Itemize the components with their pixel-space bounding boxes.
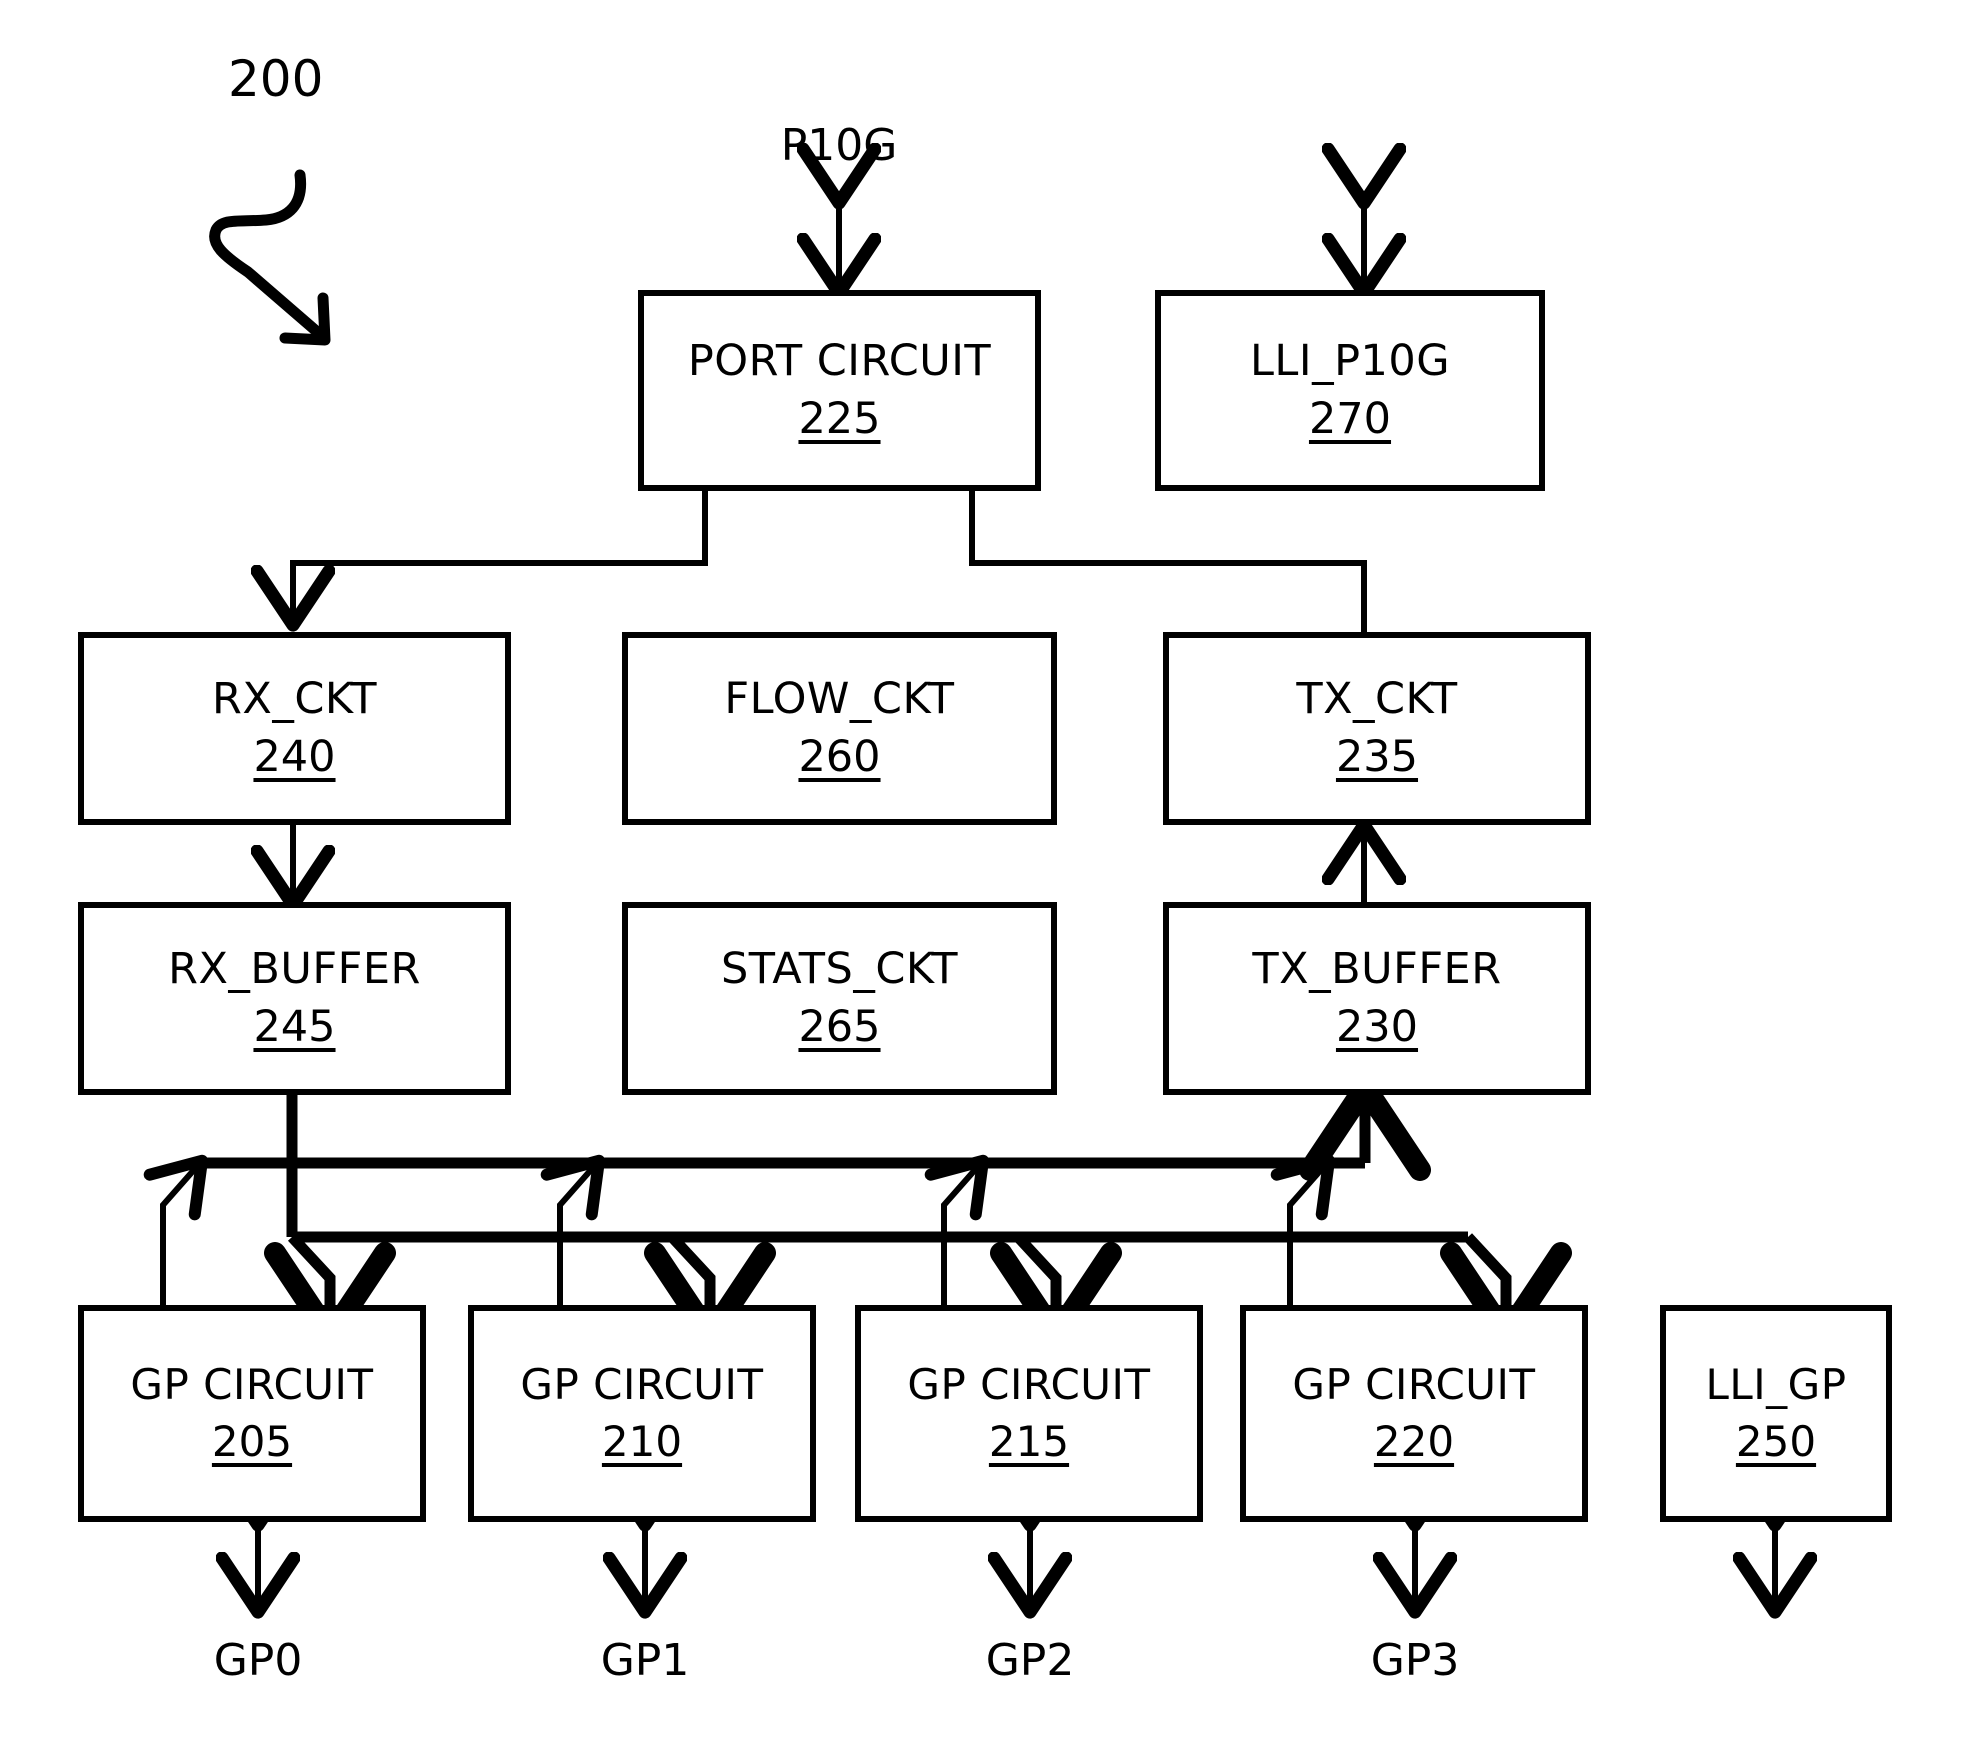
signal-label-gp2: GP2 bbox=[985, 1635, 1075, 1686]
block-title: FLOW_CKT bbox=[724, 674, 955, 725]
signal-label-gp1: GP1 bbox=[600, 1635, 690, 1686]
block-number: 270 bbox=[1308, 393, 1392, 444]
block-lli-p10g[interactable]: LLI_P10G 270 bbox=[1155, 290, 1545, 491]
block-rx-ckt[interactable]: RX_CKT 240 bbox=[78, 632, 511, 825]
block-stats-ckt[interactable]: STATS_CKT 265 bbox=[622, 902, 1057, 1095]
block-number: 265 bbox=[798, 1001, 881, 1052]
block-number: 250 bbox=[1735, 1416, 1817, 1466]
block-number: 220 bbox=[1373, 1416, 1455, 1466]
block-gp-circuit-210[interactable]: GP CIRCUIT 210 bbox=[468, 1305, 816, 1522]
block-title: TX_BUFFER bbox=[1252, 944, 1502, 995]
patent-figure-diagram: 200 P10G GP0 GP1 GP2 GP3 PORT CIRCUIT 22… bbox=[0, 0, 1975, 1739]
figure-leader-squiggle bbox=[209, 169, 331, 346]
block-gp-circuit-220[interactable]: GP CIRCUIT 220 bbox=[1240, 1305, 1588, 1522]
wire-port-circuit-to-tx-ckt bbox=[969, 491, 1367, 632]
block-title: GP CIRCUIT bbox=[1292, 1360, 1536, 1410]
figure-reference-number: 200 bbox=[228, 50, 324, 108]
block-number: 210 bbox=[601, 1416, 683, 1466]
block-title: PORT CIRCUIT bbox=[687, 336, 992, 387]
block-title: RX_CKT bbox=[212, 674, 377, 725]
block-title: TX_CKT bbox=[1296, 674, 1458, 725]
block-tx-buffer[interactable]: TX_BUFFER 230 bbox=[1163, 902, 1591, 1095]
block-number: 225 bbox=[798, 393, 881, 444]
bus-tx-aggregation bbox=[143, 1076, 1431, 1330]
block-number: 230 bbox=[1335, 1001, 1419, 1052]
block-title: GP CIRCUIT bbox=[130, 1360, 374, 1410]
block-number: 245 bbox=[253, 1001, 336, 1052]
block-title: LLI_P10G bbox=[1249, 336, 1451, 387]
block-title: RX_BUFFER bbox=[168, 944, 421, 995]
wire-port-circuit-to-rx-ckt bbox=[293, 491, 708, 622]
block-title: GP CIRCUIT bbox=[907, 1360, 1151, 1410]
signal-label-gp3: GP3 bbox=[1370, 1635, 1460, 1686]
block-number: 260 bbox=[798, 731, 881, 782]
block-port-circuit[interactable]: PORT CIRCUIT 225 bbox=[638, 290, 1041, 491]
block-lli-gp[interactable]: LLI_GP 250 bbox=[1660, 1305, 1892, 1522]
block-gp-circuit-205[interactable]: GP CIRCUIT 205 bbox=[78, 1305, 426, 1522]
block-tx-ckt[interactable]: TX_CKT 235 bbox=[1163, 632, 1591, 825]
block-title: GP CIRCUIT bbox=[520, 1360, 764, 1410]
block-number: 240 bbox=[253, 731, 336, 782]
block-flow-ckt[interactable]: FLOW_CKT 260 bbox=[622, 632, 1057, 825]
block-title: STATS_CKT bbox=[720, 944, 958, 995]
block-number: 205 bbox=[211, 1416, 293, 1466]
block-rx-buffer[interactable]: RX_BUFFER 245 bbox=[78, 902, 511, 1095]
block-gp-circuit-215[interactable]: GP CIRCUIT 215 bbox=[855, 1305, 1203, 1522]
block-title: LLI_GP bbox=[1705, 1360, 1847, 1410]
signal-label-gp0: GP0 bbox=[213, 1635, 303, 1686]
block-number: 235 bbox=[1335, 731, 1419, 782]
block-number: 215 bbox=[988, 1416, 1070, 1466]
signal-label-p10g: P10G bbox=[780, 120, 898, 171]
